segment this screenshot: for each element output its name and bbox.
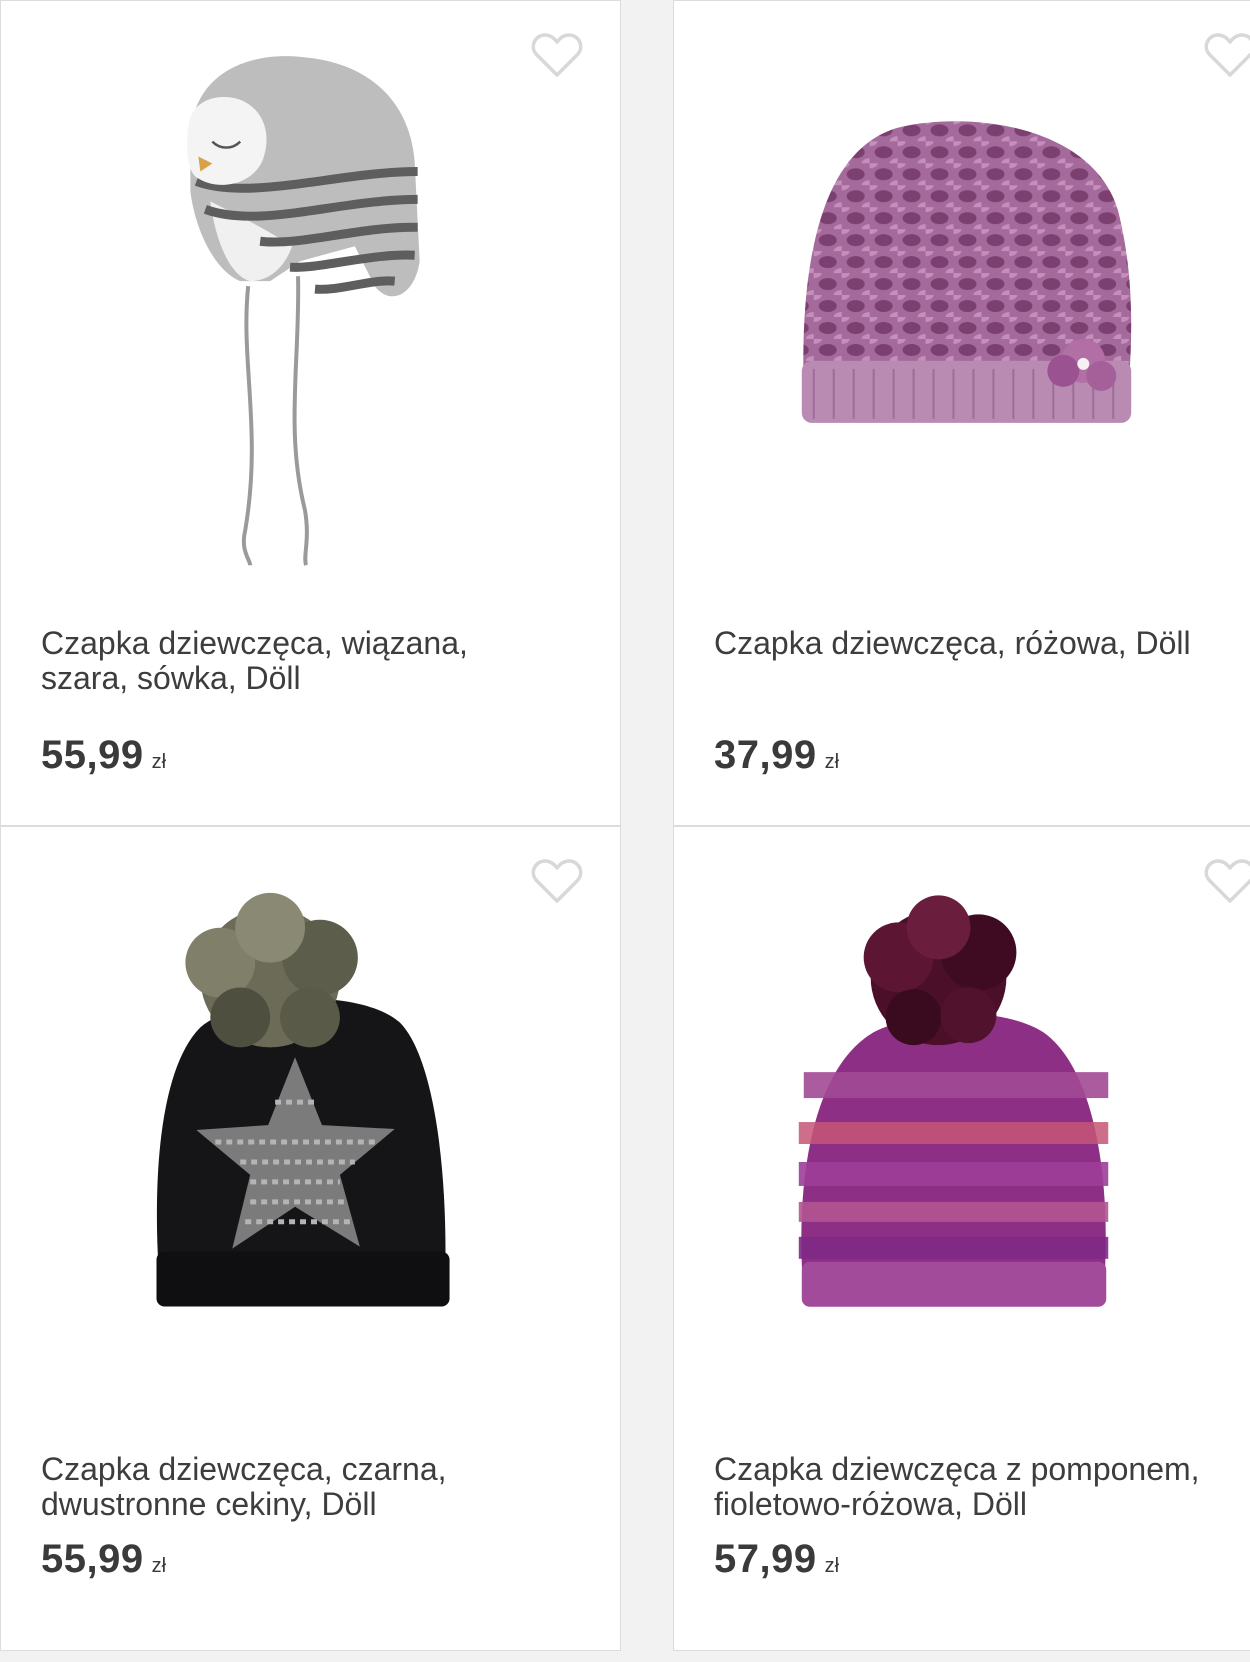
product-image[interactable] — [674, 857, 1250, 1437]
product-title[interactable]: Czapka dziewczęca, różowa, Döll — [714, 626, 1234, 661]
price-amount: 57,99 — [714, 1537, 817, 1581]
price-amount: 55,99 — [41, 1537, 144, 1581]
product-title[interactable]: Czapka dziewczęca, wiązana, szara, sówka… — [41, 626, 561, 696]
product-title-line[interactable]: Czapka dziewczęca z pomponem, — [714, 1452, 1234, 1487]
product-title-line[interactable]: Czapka dziewczęca, różowa, Döll — [714, 626, 1234, 661]
product-price: 57,99 zł — [714, 1537, 839, 1582]
product-title-line[interactable]: dwustronne cekiny, Döll — [41, 1487, 561, 1522]
product-image[interactable] — [674, 31, 1250, 611]
product-title[interactable]: Czapka dziewczęca, czarna, dwustronne ce… — [41, 1452, 561, 1522]
product-price: 37,99 zł — [714, 733, 839, 778]
product-card[interactable]: Czapka dziewczęca, różowa, Döll 37,99 zł — [673, 0, 1250, 826]
product-grid: Czapka dziewczęca, wiązana, szara, sówka… — [0, 0, 1250, 1662]
product-title-line[interactable]: szara, sówka, Döll — [41, 661, 561, 696]
product-card[interactable]: Czapka dziewczęca z pomponem, fioletowo-… — [673, 826, 1250, 1651]
product-title-line[interactable]: Czapka dziewczęca, wiązana, — [41, 626, 561, 661]
price-currency: zł — [824, 1555, 840, 1577]
price-currency: zł — [151, 1555, 167, 1577]
product-title[interactable]: Czapka dziewczęca z pomponem, fioletowo-… — [714, 1452, 1234, 1522]
product-title-line[interactable]: Czapka dziewczęca, czarna, — [41, 1452, 561, 1487]
price-currency: zł — [824, 751, 840, 773]
product-card[interactable]: Czapka dziewczęca, czarna, dwustronne ce… — [0, 826, 621, 1651]
product-image[interactable] — [1, 31, 620, 611]
product-image[interactable] — [1, 857, 620, 1437]
product-price: 55,99 zł — [41, 1537, 166, 1582]
product-title-line[interactable]: fioletowo-różowa, Döll — [714, 1487, 1234, 1522]
price-amount: 55,99 — [41, 733, 144, 777]
price-amount: 37,99 — [714, 733, 817, 777]
price-currency: zł — [151, 751, 167, 773]
product-card[interactable]: Czapka dziewczęca, wiązana, szara, sówka… — [0, 0, 621, 826]
product-price: 55,99 zł — [41, 733, 166, 778]
